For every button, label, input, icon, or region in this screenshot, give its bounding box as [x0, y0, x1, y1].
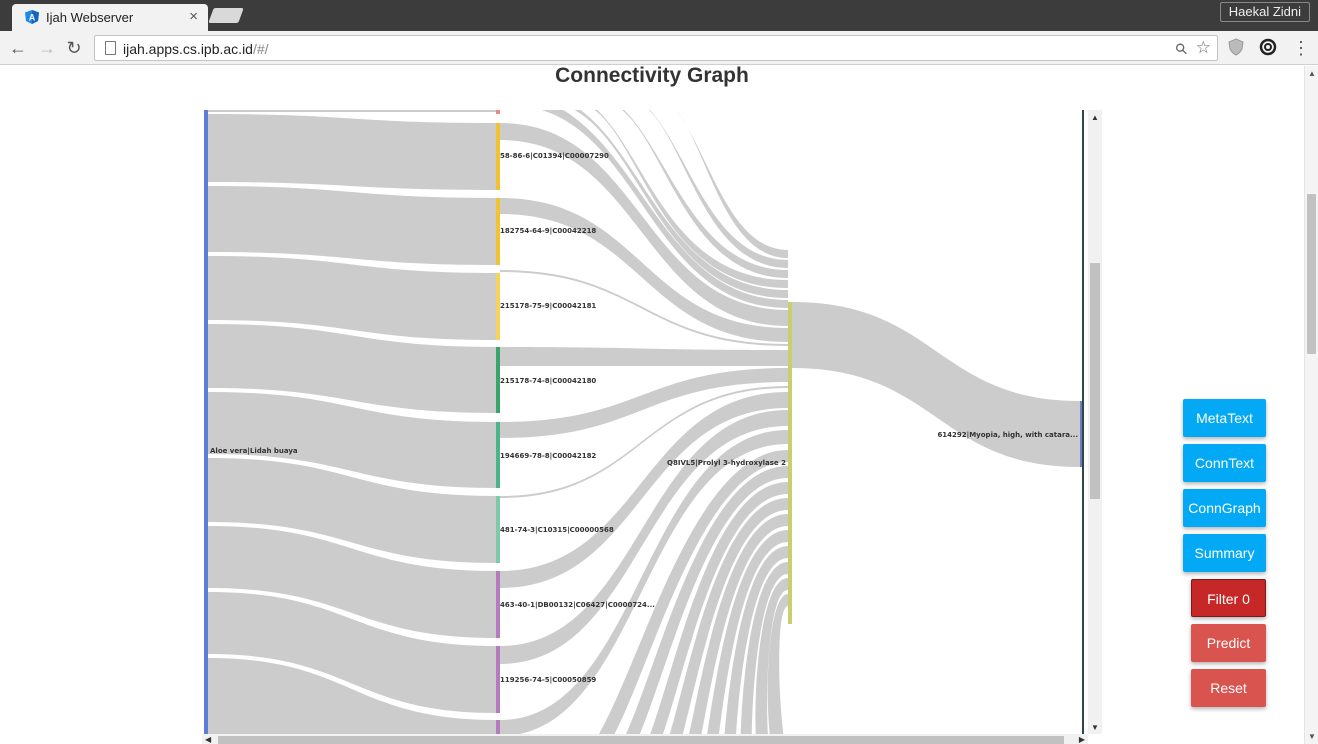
zoom-icon[interactable]: ⚲	[1171, 39, 1192, 59]
graph-horizontal-scroll-thumb[interactable]	[218, 736, 1064, 744]
page-content: Connectivity Graph Aloe vera|Lidah buaya…	[0, 66, 1304, 744]
reload-icon[interactable]: ↻	[63, 37, 85, 59]
address-bar[interactable]: ijah.apps.cs.ipb.ac.id/#/ ⚲ ☆	[94, 35, 1218, 61]
connectivity-graph[interactable]: Aloe vera|Lidah buaya 58-86-6|C01394|C00…	[202, 110, 1102, 744]
url-path: /#/	[252, 41, 269, 57]
url-text: ijah.apps.cs.ipb.ac.id/#/	[123, 41, 269, 57]
scroll-left-icon[interactable]: ◀	[205, 735, 211, 744]
conntext-button[interactable]: ConnText	[1183, 444, 1266, 482]
conngraph-button[interactable]: ConnGraph	[1183, 489, 1266, 527]
profile-button[interactable]: Haekal Zidni	[1219, 2, 1310, 22]
shield-extension-icon[interactable]	[1227, 38, 1245, 56]
browser-tab[interactable]: A Ijah Webserver ×	[12, 4, 208, 31]
graph-horizontal-scrollbar[interactable]: ◀ ▶	[202, 734, 1088, 744]
page-scroll-up-icon[interactable]: ▲	[1308, 69, 1316, 78]
compound-node-label: 481-74-3|C10315|C00000568	[500, 526, 614, 535]
filter-button[interactable]: Filter 0	[1191, 579, 1266, 617]
back-arrow-icon[interactable]: ←	[7, 37, 29, 59]
scroll-down-icon[interactable]: ▼	[1091, 723, 1099, 732]
compound-node-label: 182754-64-9|C00042218	[500, 227, 596, 236]
metatext-button[interactable]: MetaText	[1183, 399, 1266, 437]
sankey-svg: Aloe vera|Lidah buaya 58-86-6|C01394|C00…	[204, 110, 1084, 744]
protein-node-label: Q8IVL5|Prolyl 3-hydroxylase 2	[667, 459, 786, 468]
compound-node-label: 463-40-1|DB00132|C06427|C0000724...	[500, 601, 655, 610]
predict-button[interactable]: Predict	[1191, 624, 1266, 662]
page-scroll-down-icon[interactable]: ▼	[1308, 732, 1316, 741]
bookmark-star-icon[interactable]: ☆	[1196, 38, 1211, 58]
compound-node-label: 215178-75-9|C00042181	[500, 302, 596, 311]
tab-close-icon[interactable]: ×	[189, 8, 198, 25]
new-tab-button[interactable]	[208, 8, 244, 23]
menu-dots-icon[interactable]: ⋮	[1290, 37, 1312, 59]
protein-disease-link	[792, 302, 1080, 467]
compound-node-label: 194669-78-8|C00042182	[500, 452, 596, 461]
page-vertical-scrollbar[interactable]: ▲ ▼	[1304, 66, 1318, 744]
scroll-right-icon[interactable]: ▶	[1079, 735, 1085, 744]
compound-node-label: 58-86-6|C01394|C00007290	[500, 152, 609, 161]
angular-favicon-icon: A	[25, 10, 39, 24]
extension-icon[interactable]	[1259, 38, 1277, 56]
top-partial-node-bar	[496, 110, 500, 114]
scroll-up-icon[interactable]: ▲	[1091, 113, 1099, 122]
browser-toolbar: ← → ↻ ijah.apps.cs.ipb.ac.id/#/ ⚲ ☆ ⋮	[0, 31, 1318, 65]
page-title: Connectivity Graph	[555, 66, 749, 87]
compound-links	[500, 110, 788, 744]
graph-vertical-scroll-thumb[interactable]	[1090, 263, 1100, 499]
plant-node-bar[interactable]	[204, 110, 208, 744]
svg-text:A: A	[29, 13, 36, 23]
graph-right-border	[1082, 110, 1084, 744]
page-icon	[105, 41, 116, 55]
protein-node-bar[interactable]	[788, 302, 792, 624]
url-host: ijah.apps.cs.ipb.ac.id	[123, 41, 253, 57]
tab-strip: A Ijah Webserver × Haekal Zidni	[0, 0, 1318, 31]
compound-node-label: 119256-74-5|C00050859	[500, 676, 596, 685]
disease-node-label: 614292|Myopia, high, with catara...	[937, 431, 1078, 440]
forward-arrow-icon[interactable]: →	[36, 37, 58, 59]
reset-button[interactable]: Reset	[1191, 669, 1266, 707]
tab-title: Ijah Webserver	[46, 10, 134, 25]
summary-button[interactable]: Summary	[1183, 534, 1266, 572]
graph-vertical-scrollbar[interactable]: ▲ ▼	[1088, 110, 1102, 734]
compound-node-label: 215178-74-8|C00042180	[500, 377, 596, 386]
plant-links	[208, 110, 496, 744]
page-scroll-thumb[interactable]	[1307, 194, 1316, 354]
plant-node-label: Aloe vera|Lidah buaya	[210, 447, 298, 456]
